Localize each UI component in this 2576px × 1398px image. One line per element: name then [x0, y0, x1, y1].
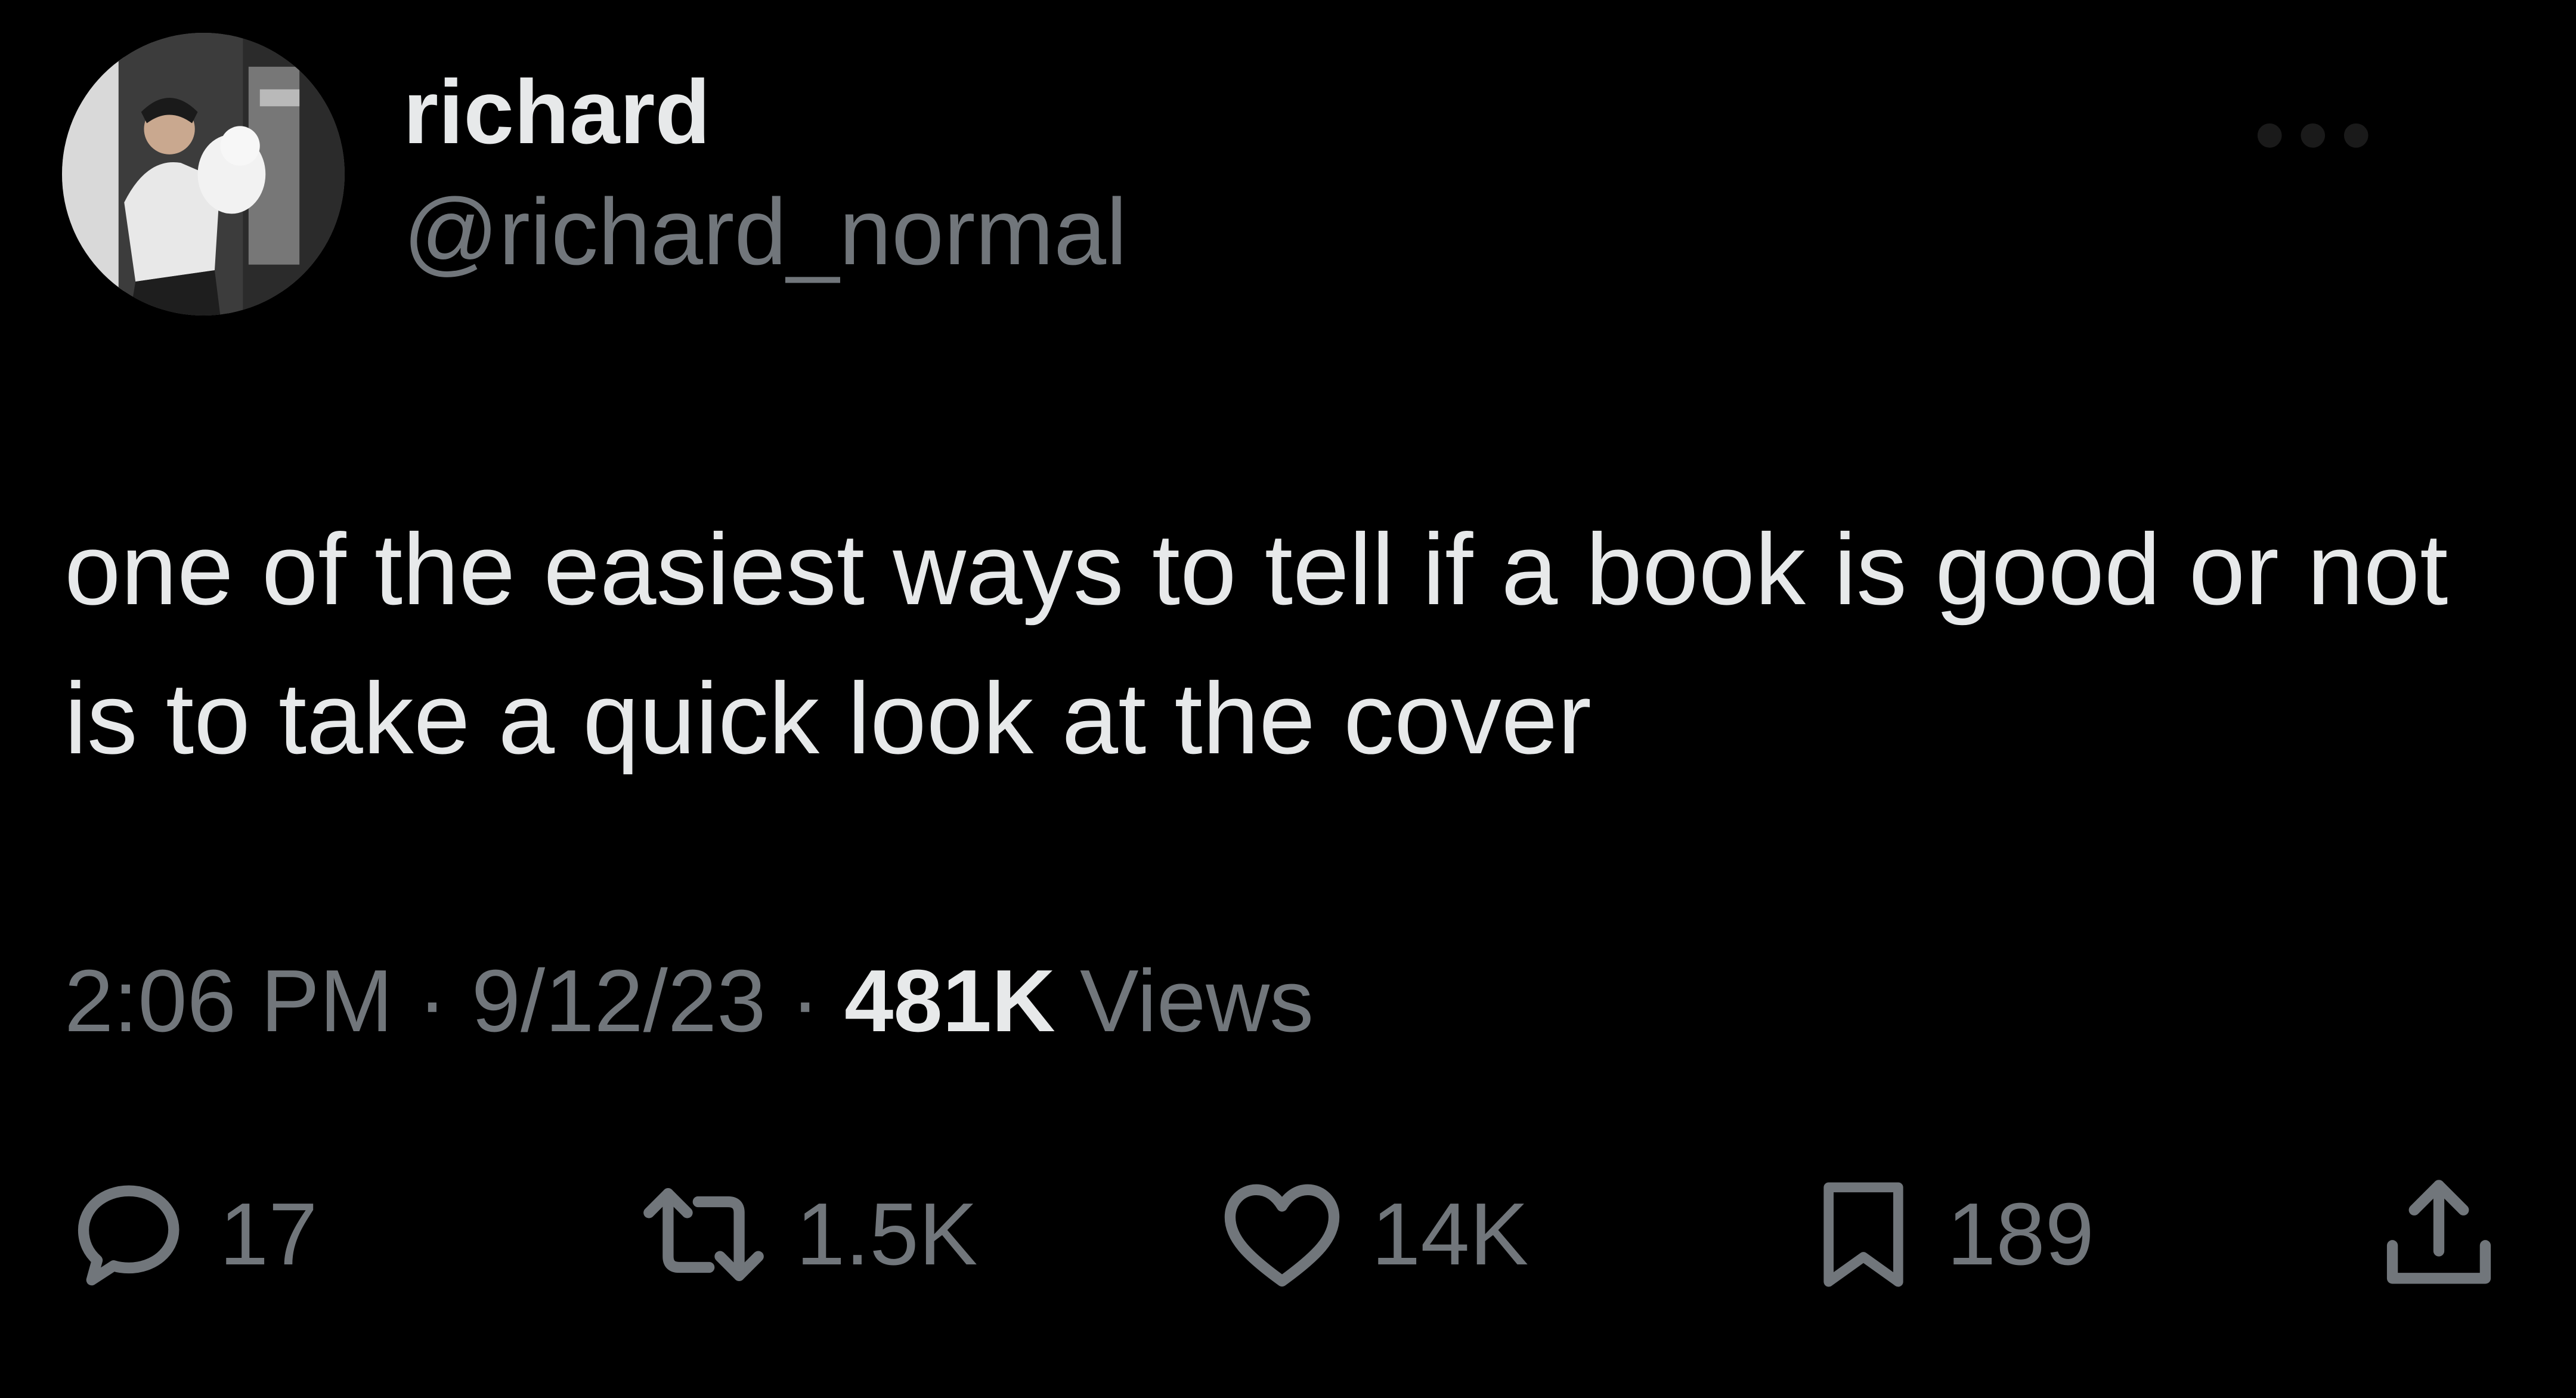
tweet-text: one of the easiest ways to tell if a boo… [64, 513, 2448, 775]
user-handle[interactable]: @richard_normal [403, 185, 1127, 279]
tweet-card: richard @richard_normal ••• one of the e… [0, 0, 2576, 1398]
share-icon [2386, 1180, 2491, 1284]
like-count: 14K [1371, 1185, 1529, 1283]
avatar[interactable] [62, 33, 345, 316]
tweet-meta: 2:06 PM · 9/12/23 · 481K Views [64, 957, 1314, 1046]
bookmark-count: 189 [1947, 1185, 2094, 1283]
reply-button[interactable]: 17 [64, 1169, 318, 1300]
reply-icon [78, 1185, 179, 1286]
bookmark-button[interactable]: 189 [1804, 1169, 2094, 1300]
display-name[interactable]: richard [403, 67, 710, 157]
meta-separator: · [766, 952, 845, 1050]
like-button[interactable]: 14K [1216, 1169, 1528, 1300]
tweet-date[interactable]: 9/12/23 [472, 952, 766, 1050]
bookmark-icon [1823, 1182, 1903, 1287]
reply-count: 17 [219, 1185, 318, 1283]
tweet-time[interactable]: 2:06 PM [64, 952, 393, 1050]
avatar-photo-icon [62, 33, 345, 316]
more-options-icon[interactable]: ••• [2254, 89, 2384, 179]
retweet-button[interactable]: 1.5K [635, 1169, 977, 1300]
retweet-count: 1.5K [796, 1185, 978, 1283]
heart-icon [1224, 1184, 1340, 1287]
retweet-icon [643, 1188, 764, 1281]
views-count[interactable]: 481K [844, 952, 1055, 1050]
share-button[interactable] [2373, 1169, 2504, 1300]
action-bar: 17 1.5K 14K 189 [0, 1169, 2576, 1300]
meta-separator: · [393, 952, 472, 1050]
views-label: Views [1055, 952, 1314, 1050]
